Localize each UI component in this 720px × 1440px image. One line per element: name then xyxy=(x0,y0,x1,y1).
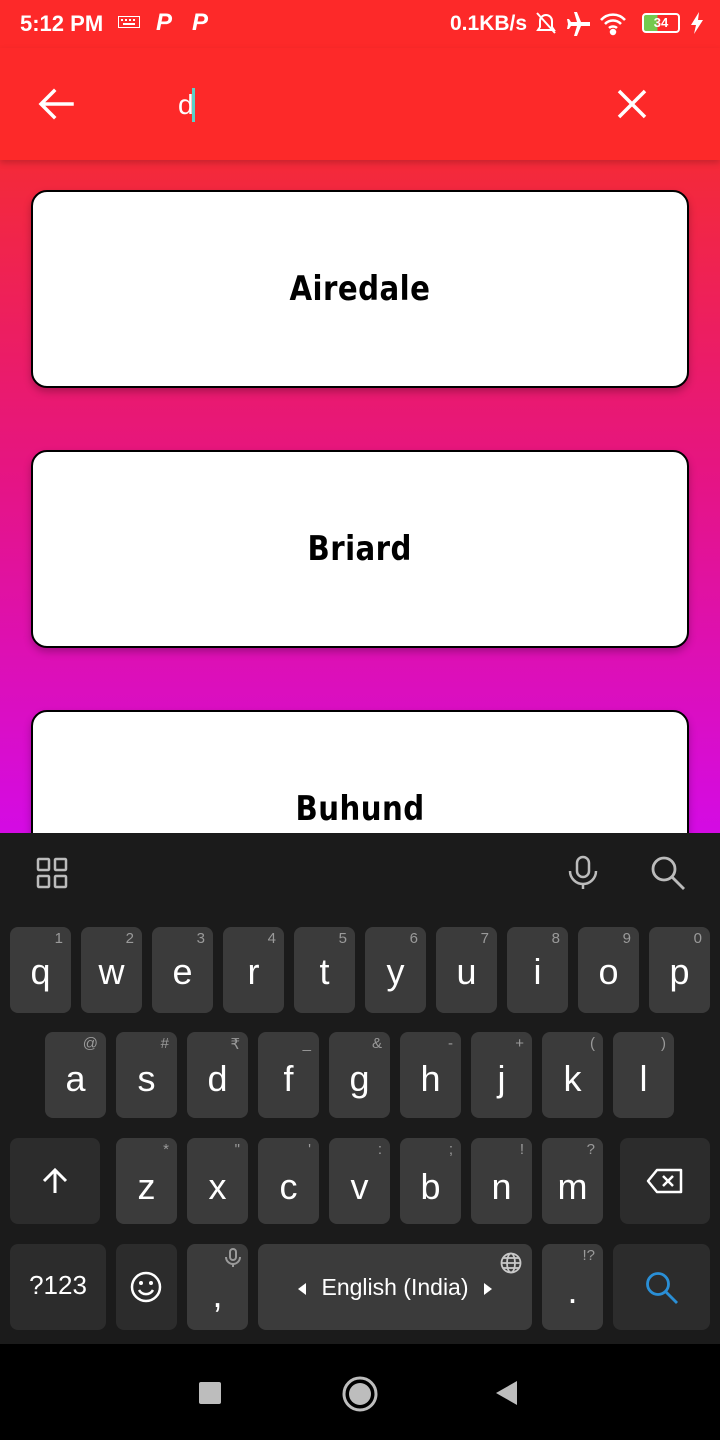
key-m[interactable]: ? m xyxy=(542,1138,603,1224)
backspace-icon xyxy=(646,1168,683,1194)
back-nav-icon[interactable] xyxy=(494,1380,518,1406)
back-arrow-icon[interactable] xyxy=(36,84,76,124)
key-i[interactable]: 8i xyxy=(507,927,568,1013)
shift-arrow-icon xyxy=(42,1167,68,1193)
backspace-key[interactable] xyxy=(620,1138,710,1224)
breed-card[interactable]: Buhund xyxy=(31,710,689,833)
status-time: 5:12 PM xyxy=(20,11,104,36)
key-d[interactable]: ₹ d xyxy=(187,1032,248,1118)
key-z[interactable]: * z xyxy=(116,1138,177,1224)
key-g[interactable]: & g xyxy=(329,1032,390,1118)
key-p[interactable]: 0p xyxy=(649,927,710,1013)
key-e[interactable]: 3e xyxy=(152,927,213,1013)
app-notification-icon: P xyxy=(156,9,173,36)
emoji-key[interactable] xyxy=(116,1244,177,1330)
breed-name: Airedale xyxy=(289,269,431,309)
key-q[interactable]: 1q xyxy=(10,927,71,1013)
key-y[interactable]: 6y xyxy=(365,927,426,1013)
key-o[interactable]: 9o xyxy=(578,927,639,1013)
text-cursor xyxy=(192,88,195,122)
globe-icon xyxy=(500,1252,522,1274)
comma-key[interactable]: , xyxy=(187,1244,248,1330)
key-x[interactable]: " x xyxy=(187,1138,248,1224)
key-a[interactable]: @ a xyxy=(45,1032,106,1118)
space-key[interactable]: English (India) xyxy=(258,1244,532,1330)
search-app-bar xyxy=(0,48,720,160)
status-bar: 5:12 PM P P 0.1KB/s 34 xyxy=(0,0,720,48)
search-input[interactable] xyxy=(176,78,560,132)
network-speed: 0.1KB/s xyxy=(450,12,528,35)
search-results-list: Airedale Briard Buhund xyxy=(0,160,720,833)
key-u[interactable]: 7u xyxy=(436,927,497,1013)
key-j[interactable]: + j xyxy=(471,1032,532,1118)
key-t[interactable]: 5t xyxy=(294,927,355,1013)
wifi-icon xyxy=(600,13,626,36)
voice-hint-icon xyxy=(225,1248,241,1267)
keyboard-toolbar xyxy=(0,833,720,915)
status-icons xyxy=(536,12,626,36)
key-r[interactable]: 4r xyxy=(223,927,284,1013)
battery-icon: 34 xyxy=(642,13,680,33)
key-v[interactable]: :v xyxy=(329,1138,390,1224)
search-icon xyxy=(646,1272,678,1304)
key-w[interactable]: 2w xyxy=(81,927,142,1013)
period-key[interactable]: !? . xyxy=(542,1244,603,1330)
language-next-icon xyxy=(484,1283,492,1295)
symbols-key[interactable]: ?123 xyxy=(10,1244,106,1330)
search-icon[interactable] xyxy=(650,855,686,891)
recent-apps-icon[interactable] xyxy=(198,1381,222,1405)
keyboard-icon xyxy=(118,16,140,28)
microphone-icon[interactable] xyxy=(566,855,600,891)
breed-card[interactable]: Airedale xyxy=(31,190,689,388)
home-icon[interactable] xyxy=(341,1375,379,1413)
system-nav-bar xyxy=(0,1344,720,1440)
breed-name: Briard xyxy=(307,529,413,569)
search-action-key[interactable] xyxy=(613,1244,710,1330)
airplane-icon xyxy=(567,12,590,36)
key-s[interactable]: # s xyxy=(116,1032,177,1118)
key-l[interactable]: ) l xyxy=(613,1032,674,1118)
key-b[interactable]: ; b xyxy=(400,1138,461,1224)
clear-search-icon[interactable] xyxy=(612,84,652,124)
key-k[interactable]: (k xyxy=(542,1032,603,1118)
key-c[interactable]: ' c xyxy=(258,1138,319,1224)
shift-key[interactable] xyxy=(10,1138,100,1224)
bell-off-icon xyxy=(536,12,556,34)
charging-icon xyxy=(691,12,703,34)
breed-card[interactable]: Briard xyxy=(31,450,689,648)
apps-grid-icon[interactable] xyxy=(36,857,68,889)
breed-name: Buhund xyxy=(295,789,425,829)
key-f[interactable]: _ f xyxy=(258,1032,319,1118)
key-n[interactable]: ! n xyxy=(471,1138,532,1224)
key-h[interactable]: -h xyxy=(400,1032,461,1118)
soft-keyboard: 1q 2w 3e 4r 5t 6y 7u 8i 9o 0p @ a # s ₹ d _… xyxy=(0,833,720,1344)
app-notification-icon: P xyxy=(192,9,209,36)
emoji-icon xyxy=(130,1271,162,1303)
